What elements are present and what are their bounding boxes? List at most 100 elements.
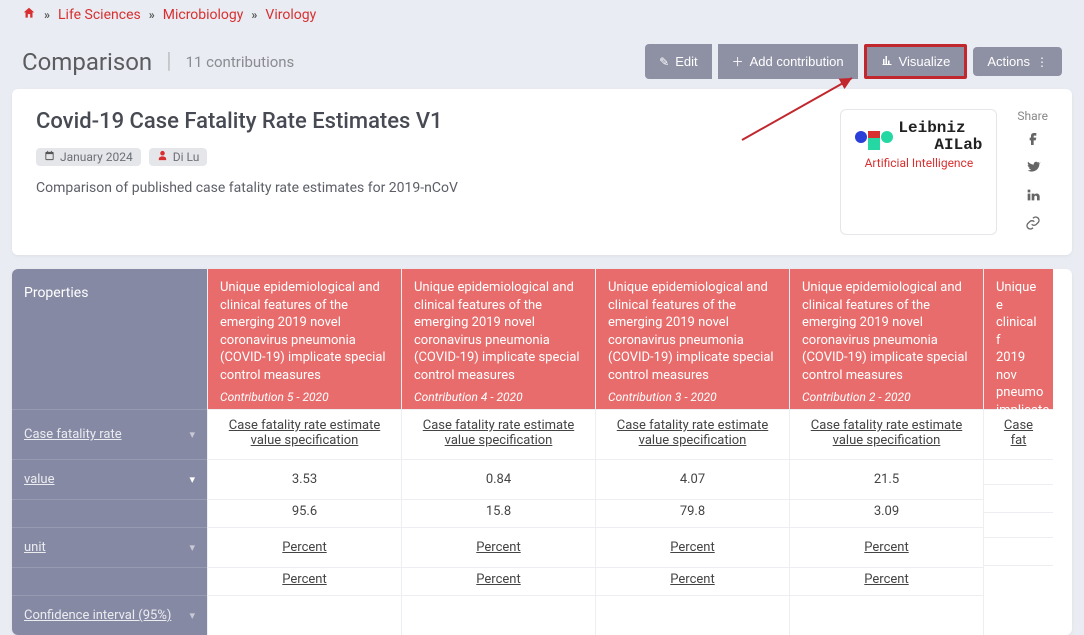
actions-button[interactable]: Actions ⋮ xyxy=(973,47,1062,76)
cell-value-2: 15.8 xyxy=(402,499,595,527)
column-header[interactable]: Unique epidemiological and clinical feat… xyxy=(208,269,401,409)
column-title: Unique epidemiological and clinical feat… xyxy=(414,279,583,384)
column-header[interactable]: Unique epidemiological and clinical feat… xyxy=(596,269,789,409)
cell-value-1: 0.84 xyxy=(402,459,595,499)
logo-square xyxy=(868,138,880,150)
cell-cfr[interactable]: Case fatality rate estimate value specif… xyxy=(402,409,595,459)
twitter-icon[interactable] xyxy=(1025,159,1041,179)
page-title-row: Comparison | 11 contributions ✎ Edit ＋ A… xyxy=(12,30,1072,89)
title-divider: | xyxy=(166,49,171,74)
prop-value[interactable]: value ▾ xyxy=(12,459,207,499)
cell-unit-2[interactable]: Percent xyxy=(790,567,983,595)
properties-header: Properties xyxy=(12,269,207,409)
prop-unit[interactable]: unit ▾ xyxy=(12,527,207,567)
filter-icon[interactable]: ▾ xyxy=(189,428,195,441)
prop-label[interactable]: Case fatality rate xyxy=(24,427,122,442)
cell-unit-2[interactable]: Percent xyxy=(402,567,595,595)
comparison-description: Comparison of published case fatality ra… xyxy=(36,180,820,196)
cell-value-2: 95.6 xyxy=(208,499,401,527)
page-title: Comparison xyxy=(22,48,152,76)
chart-icon xyxy=(881,54,893,69)
column-subtitle: Contribution 2 - 2020 xyxy=(802,390,971,404)
provenance-caption: Artificial Intelligence xyxy=(865,156,974,170)
home-icon[interactable] xyxy=(22,6,36,24)
cell-unit-1[interactable]: Percent xyxy=(790,527,983,567)
filter-icon[interactable]: ▾ xyxy=(189,473,195,486)
share-column: Share xyxy=(1017,109,1048,235)
toolbar: ✎ Edit ＋ Add contribution Visualize xyxy=(645,44,967,79)
cell-value-1: 3.53 xyxy=(208,459,401,499)
chevron-icon: » xyxy=(251,8,257,22)
cell-unit-2[interactable] xyxy=(984,537,1053,565)
cell-unit-1[interactable]: Percent xyxy=(596,527,789,567)
author-badge[interactable]: Di Lu xyxy=(149,148,208,166)
provenance-box[interactable]: LeibnizAILab Artificial Intelligence xyxy=(840,109,997,235)
comparison-title: Covid-19 Case Fatality Rate Estimates V1 xyxy=(36,109,820,134)
contribution-column[interactable]: Unique epidemiological and clinical feat… xyxy=(789,269,983,635)
column-header[interactable]: Unique epidemiological and clinical feat… xyxy=(790,269,983,409)
chevron-icon: » xyxy=(44,8,50,22)
cell-unit-2[interactable]: Percent xyxy=(208,567,401,595)
comparison-card: Covid-19 Case Fatality Rate Estimates V1… xyxy=(12,89,1072,255)
cell-value-1: 4.07 xyxy=(596,459,789,499)
cell-ci xyxy=(596,595,789,620)
cell-unit-1[interactable] xyxy=(984,512,1053,537)
cell-ci xyxy=(984,565,1053,590)
cell-cfr[interactable]: Case fatality rate estimate value specif… xyxy=(596,409,789,459)
cell-value-2: 79.8 xyxy=(596,499,789,527)
cell-unit-2[interactable]: Percent xyxy=(596,567,789,595)
breadcrumb-life-sciences[interactable]: Life Sciences xyxy=(58,7,141,23)
contribution-count: 11 contributions xyxy=(186,53,295,71)
cell-cfr[interactable]: Case fatality rate estimate value specif… xyxy=(208,409,401,459)
cell-value-1: 21.5 xyxy=(790,459,983,499)
cell-value-2: 3.09 xyxy=(790,499,983,527)
add-contribution-button[interactable]: ＋ Add contribution xyxy=(718,44,858,79)
link-icon[interactable] xyxy=(1025,215,1041,235)
cell-value-1 xyxy=(984,459,1053,484)
cell-cfr[interactable]: Case fatality rate estimate value specif… xyxy=(790,409,983,459)
column-header[interactable]: Unique epidemiological and clinical feat… xyxy=(402,269,595,409)
contribution-column[interactable]: Unique epidemiological and clinical feat… xyxy=(595,269,789,635)
filter-icon[interactable]: ▾ xyxy=(189,541,195,554)
prop-case-fatality-rate[interactable]: Case fatality rate ▾ xyxy=(12,409,207,459)
column-title: Unique epidemiological and clinical feat… xyxy=(802,279,971,384)
author-text: Di Lu xyxy=(173,150,200,164)
contribution-column[interactable]: Unique epidemiological and clinical feat… xyxy=(401,269,595,635)
share-label: Share xyxy=(1017,109,1048,123)
breadcrumb-microbiology[interactable]: Microbiology xyxy=(163,7,244,23)
prop-value-sub xyxy=(12,499,207,527)
column-subtitle: Contribution 5 - 2020 xyxy=(220,390,389,404)
chevron-icon: » xyxy=(149,8,155,22)
contribution-column[interactable]: Unique eclinical f2019 novpneumoimplicat… xyxy=(983,269,1053,635)
properties-column: Properties Case fatality rate ▾ value ▾ … xyxy=(12,269,207,635)
column-subtitle: Contribution 3 - 2020 xyxy=(608,390,777,404)
column-title: Unique epidemiological and clinical feat… xyxy=(608,279,777,384)
filter-icon[interactable]: ▾ xyxy=(189,609,195,622)
prop-unit-sub xyxy=(12,567,207,595)
cell-ci xyxy=(402,595,595,620)
column-subtitle: Contribution 4 - 2020 xyxy=(414,390,583,404)
linkedin-icon[interactable] xyxy=(1025,187,1041,207)
cell-ci xyxy=(790,595,983,620)
column-title: Unique epidemiological and clinical feat… xyxy=(220,279,389,384)
cell-unit-1[interactable]: Percent xyxy=(402,527,595,567)
facebook-icon[interactable] xyxy=(1025,131,1041,151)
date-badge[interactable]: January 2024 xyxy=(36,148,141,166)
cell-unit-1[interactable]: Percent xyxy=(208,527,401,567)
breadcrumb: » Life Sciences » Microbiology » Virolog… xyxy=(12,0,1072,30)
column-header[interactable]: Unique eclinical f2019 novpneumoimplicat… xyxy=(984,269,1053,409)
visualize-button[interactable]: Visualize xyxy=(867,47,965,76)
date-text: January 2024 xyxy=(60,150,133,164)
cell-value-2 xyxy=(984,484,1053,512)
breadcrumb-virology[interactable]: Virology xyxy=(265,7,316,23)
cell-ci xyxy=(208,595,401,620)
pencil-icon: ✎ xyxy=(659,55,669,69)
prop-confidence-interval[interactable]: Confidence interval (95%) ▾ xyxy=(12,595,207,635)
prop-label[interactable]: Confidence interval (95%) xyxy=(24,608,171,623)
edit-button[interactable]: ✎ Edit xyxy=(645,44,711,79)
visualize-label: Visualize xyxy=(899,54,951,69)
kebab-icon: ⋮ xyxy=(1036,55,1048,69)
prop-label[interactable]: unit xyxy=(24,540,46,555)
prop-label[interactable]: value xyxy=(24,472,55,487)
contribution-column[interactable]: Unique epidemiological and clinical feat… xyxy=(207,269,401,635)
